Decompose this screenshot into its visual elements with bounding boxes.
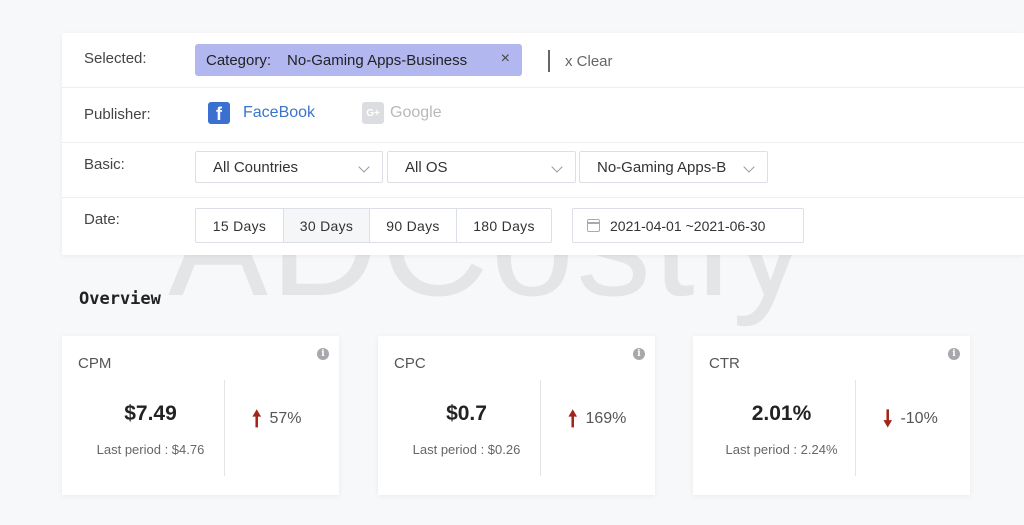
metric-last-period: Last period : $4.76 <box>96 442 205 457</box>
date-label: Date: <box>84 211 120 228</box>
date-range-group: 15 Days 30 Days 90 Days 180 Days <box>195 208 552 243</box>
divider <box>855 380 856 476</box>
metric-change-value: -10% <box>900 410 938 427</box>
info-icon[interactable]: i <box>633 348 645 360</box>
publisher-google[interactable]: G+ Google <box>362 102 442 124</box>
metric-name: CTR <box>709 355 740 372</box>
basic-label: Basic: <box>84 156 125 173</box>
divider <box>540 380 541 476</box>
facebook-icon: f <box>208 102 230 124</box>
metric-name: CPM <box>78 355 112 372</box>
selected-row: Selected: Category: No-Gaming Apps-Busin… <box>62 33 1024 88</box>
metric-name: CPC <box>394 355 426 372</box>
arrow-up-icon: 🠕 <box>568 406 578 431</box>
chip-value: No-Gaming Apps-Business <box>287 51 468 69</box>
metric-change: 🠗 -10% <box>883 408 938 430</box>
google-plus-icon: G+ <box>362 102 384 124</box>
divider <box>224 380 225 476</box>
chevron-down-icon <box>743 161 755 173</box>
metric-value: $0.7 <box>446 402 487 425</box>
metric-change: 🠕 57% <box>252 408 301 430</box>
metric-value: 2.01% <box>751 402 812 425</box>
range-15-days[interactable]: 15 Days <box>196 209 284 242</box>
publisher-row: Publisher: f FaceBook G+ Google <box>62 88 1024 143</box>
os-select-value: All OS <box>405 158 448 176</box>
arrow-up-icon: 🠕 <box>252 406 262 431</box>
category-select[interactable]: No-Gaming Apps-B <box>579 151 768 183</box>
date-start: 2021-04-01 <box>610 217 682 234</box>
country-select-value: All Countries <box>213 158 299 176</box>
metric-change: 🠕 169% <box>568 408 626 430</box>
metric-last-period: Last period : $0.26 <box>412 442 521 457</box>
range-180-days[interactable]: 180 Days <box>457 209 551 242</box>
publisher-label: Publisher: <box>84 106 151 123</box>
publisher-facebook-label: FaceBook <box>243 104 316 121</box>
publisher-facebook[interactable]: f FaceBook <box>208 102 315 124</box>
metric-card-cpm: CPM i $7.49 Last period : $4.76 🠕 57% <box>62 336 339 495</box>
calendar-icon <box>587 219 600 232</box>
range-30-days[interactable]: 30 Days <box>284 209 370 242</box>
metric-card-cpc: CPC i $0.7 Last period : $0.26 🠕 169% <box>378 336 655 495</box>
metric-value: $7.49 <box>124 402 177 425</box>
chevron-down-icon <box>358 161 370 173</box>
chip-key: Category: <box>206 51 272 69</box>
metric-last-period: Last period : 2.24% <box>725 442 838 457</box>
date-end: ~2021-06-30 <box>685 217 766 234</box>
chip-close-icon[interactable]: × <box>501 50 510 68</box>
clear-button[interactable]: x Clear <box>565 53 613 70</box>
date-range-picker[interactable]: 2021-04-01 ~2021-06-30 <box>572 208 804 243</box>
publisher-google-label: Google <box>390 104 442 121</box>
range-90-days[interactable]: 90 Days <box>370 209 457 242</box>
metric-card-ctr: CTR i 2.01% Last period : 2.24% 🠗 -10% <box>693 336 970 495</box>
arrow-down-icon: 🠗 <box>883 406 893 431</box>
info-icon[interactable]: i <box>317 348 329 360</box>
selected-label: Selected: <box>84 50 147 67</box>
info-icon[interactable]: i <box>948 348 960 360</box>
metric-change-value: 57% <box>269 410 302 427</box>
country-select[interactable]: All Countries <box>195 151 383 183</box>
category-chip: Category: No-Gaming Apps-Business × <box>195 44 522 76</box>
divider <box>548 50 550 72</box>
overview-title: Overview <box>79 289 161 309</box>
os-select[interactable]: All OS <box>387 151 576 183</box>
category-select-value: No-Gaming Apps-B <box>597 158 727 176</box>
metric-change-value: 169% <box>585 410 627 427</box>
filter-panel: Selected: Category: No-Gaming Apps-Busin… <box>62 33 1024 255</box>
chevron-down-icon <box>551 161 563 173</box>
